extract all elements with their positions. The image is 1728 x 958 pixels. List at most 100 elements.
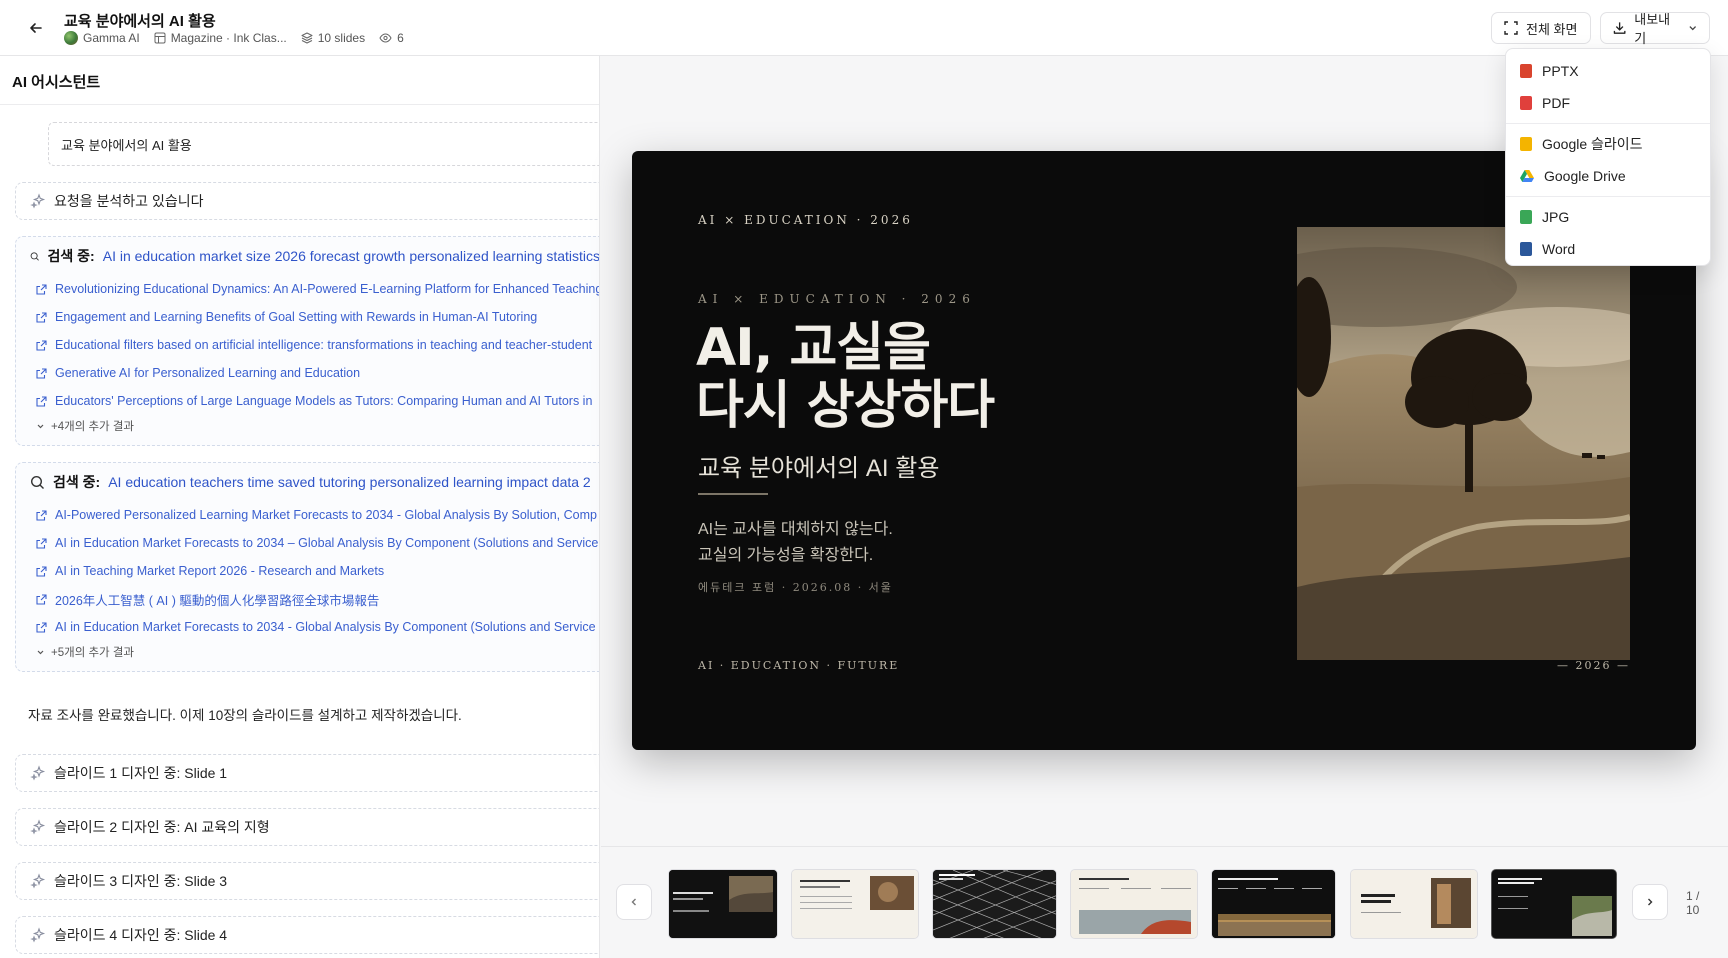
analysis-step: 요청을 분석하고 있습니다 (15, 182, 599, 220)
search-result-link[interactable]: AI in Education Market Forecasts to 2034… (16, 529, 599, 557)
search-header: 검색 중: AI education teachers time saved t… (16, 463, 599, 501)
slide-title-line1: AI, 교실을 (696, 318, 931, 378)
slide-rule (698, 493, 768, 495)
external-link-icon (36, 621, 47, 633)
total-pages: 10 (1686, 903, 1700, 917)
layers-icon (301, 32, 313, 44)
design-step-text: 슬라이드 3 디자인 중: Slide 3 (54, 873, 228, 889)
search-result-link[interactable]: Educators' Perceptions of Large Language… (16, 387, 599, 415)
result-title: Educational filters based on artificial … (55, 338, 593, 352)
slide-body-line2: 교실의 가능성을 확장한다. (698, 547, 874, 564)
slide-subtitle: 교육 분야에서의 AI 활용 (698, 455, 940, 482)
thumbnail-graphic (792, 870, 918, 938)
workspace-name: Gamma AI (83, 31, 140, 45)
result-title: Revolutionizing Educational Dynamics: An… (55, 282, 600, 296)
export-option-label: PDF (1542, 95, 1570, 111)
thumbnail-graphic (933, 870, 1056, 938)
external-link-icon (36, 367, 47, 379)
slide-thumbnail-1[interactable] (668, 869, 778, 939)
result-title: AI-Powered Personalized Learning Market … (55, 508, 597, 522)
search-header: 검색 중: AI in education market size 2026 f… (16, 237, 599, 275)
workspace-meta: Gamma AI (64, 31, 140, 45)
slide-thumbnail-2[interactable] (791, 869, 919, 939)
slide-body-line1: AI는 교사를 대체하지 않는다. (698, 521, 893, 538)
design-step-text: 슬라이드 1 디자인 중: Slide 1 (54, 765, 228, 781)
search-result-link[interactable]: AI in Teaching Market Report 2026 - Rese… (16, 557, 599, 585)
thumbnail-graphic (669, 870, 777, 938)
search-result-link[interactable]: 2026年人工智慧 ( AI ) 驅動的個人化學習路徑全球市場報告 (16, 585, 599, 613)
sparkle-icon (30, 765, 46, 781)
export-option-label: Word (1542, 241, 1576, 257)
search-result-link[interactable]: AI in Education Market Forecasts to 2034… (16, 613, 599, 641)
export-option-label: Google Drive (1544, 168, 1626, 184)
views-meta: 6 (379, 31, 404, 45)
thumbnail-graphic (1492, 870, 1616, 938)
export-google-drive[interactable]: Google Drive (1506, 160, 1710, 192)
pdf-file-icon (1520, 96, 1532, 110)
more-results-toggle[interactable]: +5개의 추가 결과 (16, 641, 599, 663)
google-slides-icon (1520, 137, 1532, 151)
theme-name: Magazine · Ink Clas... (170, 31, 287, 45)
slide-thumbnail-4[interactable] (1070, 869, 1198, 939)
search-result-link[interactable]: Generative AI for Personalized Learning … (16, 359, 599, 387)
more-results-toggle[interactable]: +4개의 추가 결과 (16, 415, 599, 437)
slide-title: AI, 교실을 다시 상상하다 (696, 318, 995, 435)
prev-slide-button[interactable] (616, 884, 652, 920)
theme-meta[interactable]: Magazine · Ink Clas... (154, 31, 287, 45)
back-button[interactable] (22, 14, 50, 42)
external-link-icon (36, 311, 47, 323)
sparkle-icon (30, 193, 46, 209)
external-link-icon (36, 339, 47, 351)
search-query: AI education teachers time saved tutorin… (108, 474, 591, 490)
arrow-left-icon (30, 23, 42, 33)
chevron-left-icon (631, 898, 636, 906)
export-word[interactable]: Word (1506, 233, 1710, 265)
slides-meta: 10 slides (301, 31, 365, 45)
slide-thumbnail-7[interactable] (1491, 869, 1617, 939)
analysis-text: 요청을 분석하고 있습니다 (54, 193, 204, 209)
slide-thumbnail-3[interactable] (932, 869, 1057, 939)
search-icon (30, 475, 44, 489)
slide-footer-right: — 2026 — (1557, 659, 1630, 672)
search-result-link[interactable]: AI-Powered Personalized Learning Market … (16, 501, 599, 529)
search-result-link[interactable]: Engagement and Learning Benefits of Goal… (16, 303, 599, 331)
export-option-label: JPG (1542, 209, 1570, 225)
design-step: 슬라이드 4 디자인 중: Slide 4 (15, 916, 599, 954)
search-result-link[interactable]: Educational filters based on artificial … (16, 331, 599, 359)
slide-thumbnail-6[interactable] (1350, 869, 1478, 939)
export-jpg[interactable]: JPG (1506, 201, 1710, 233)
slide-thumbnail-5[interactable] (1211, 869, 1336, 939)
google-drive-icon (1520, 170, 1534, 182)
export-pdf[interactable]: PDF (1506, 87, 1710, 119)
search-icon (30, 251, 39, 261)
search-label: 검색 중: (47, 248, 95, 264)
slide-footer-left: AI · EDUCATION · FUTURE (698, 659, 900, 672)
result-title: AI in Teaching Market Report 2026 - Rese… (55, 564, 385, 578)
chevron-down-icon (37, 424, 44, 428)
slide-kicker-top: AI × EDUCATION · 2026 (698, 213, 913, 227)
export-google-slides[interactable]: Google 슬라이드 (1506, 128, 1710, 160)
export-pptx[interactable]: PPTX (1506, 55, 1710, 87)
thumbnail-graphic (1351, 870, 1477, 938)
sepia-landscape-image (1297, 227, 1630, 660)
export-label: 내보내기 (1634, 12, 1671, 46)
search-result-link[interactable]: Revolutionizing Educational Dynamics: An… (16, 275, 600, 303)
next-slide-button[interactable] (1632, 884, 1668, 920)
result-title: Generative AI for Personalized Learning … (55, 366, 361, 380)
document-title: 교육 분야에서의 AI 활용 (64, 13, 216, 30)
assistant-title: AI 어시스턴트 (12, 74, 101, 91)
export-option-label: PPTX (1542, 63, 1579, 79)
user-prompt: 교육 분야에서의 AI 활용 (48, 122, 599, 166)
research-complete-message: 자료 조사를 완료했습니다. 이제 10장의 슬라이드를 설계하고 제작하겠습니… (28, 708, 462, 723)
word-file-icon (1520, 242, 1532, 256)
jpg-file-icon (1520, 210, 1532, 224)
fullscreen-button[interactable]: 전체 화면 (1491, 12, 1591, 44)
export-button[interactable]: 내보내기 (1600, 12, 1710, 46)
external-link-icon (36, 283, 47, 295)
current-page: 1 / (1686, 889, 1700, 903)
sparkle-icon (30, 927, 46, 943)
slide-byline: 에듀테크 포럼 · 2026.08 · 서울 (698, 581, 893, 594)
page-indicator: 1 / 10 (1686, 889, 1699, 917)
more-results-text: +5개의 추가 결과 (51, 647, 134, 659)
result-title: 2026年人工智慧 ( AI ) 驅動的個人化學習路徑全球市場報告 (55, 593, 380, 608)
